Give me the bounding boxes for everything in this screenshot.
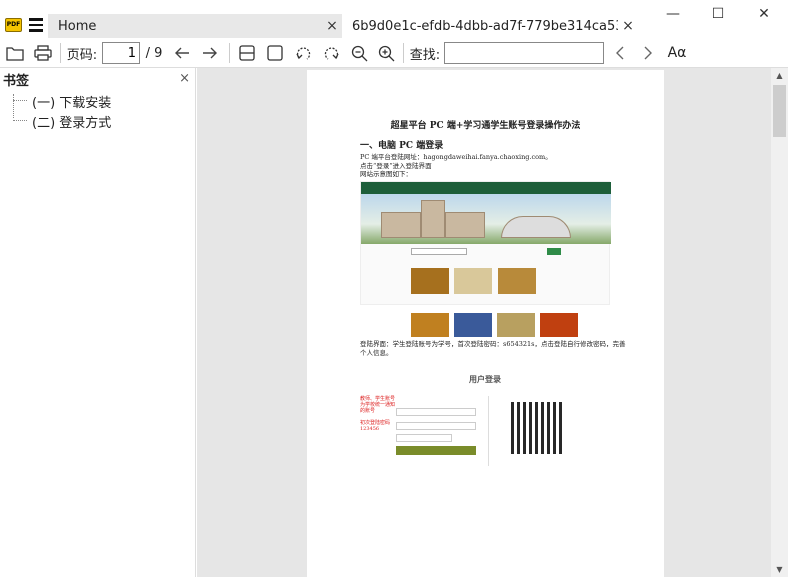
red-annotation: 123456 <box>360 426 380 432</box>
page-total: / 9 <box>145 45 163 61</box>
tab-home[interactable]: Home × <box>48 14 342 38</box>
doc-text-line: 个人信息。 <box>360 349 393 357</box>
doc-text-line: 点击“登录”进入登陆界面 <box>360 162 432 170</box>
hamburger-menu-icon[interactable] <box>29 18 43 32</box>
maximize-button[interactable]: ☐ <box>695 6 741 26</box>
tree-connector <box>13 94 14 118</box>
tab-home-close-icon[interactable]: × <box>322 18 342 34</box>
doc-section-heading: 一、电脑 PC 端登录 <box>360 141 444 151</box>
rotate-right-icon[interactable] <box>321 43 341 63</box>
open-folder-icon[interactable] <box>5 43 25 63</box>
course-thumbnail <box>497 313 535 337</box>
scrollbar-thumb[interactable] <box>773 85 786 137</box>
find-next-chevron-icon[interactable] <box>639 43 657 63</box>
tab-home-label: Home <box>58 18 97 34</box>
site-search-box <box>411 248 467 255</box>
rotate-left-icon[interactable] <box>293 43 313 63</box>
print-icon[interactable] <box>33 43 53 63</box>
login-title: 用户登录 <box>469 375 501 384</box>
tree-connector <box>13 100 27 101</box>
course-thumbnail <box>411 313 449 337</box>
find-previous-chevron-icon[interactable] <box>611 43 629 63</box>
sidebar-close-icon[interactable]: × <box>179 71 190 86</box>
app-logo-icon[interactable]: PDF <box>5 18 22 32</box>
minimize-button[interactable]: — <box>650 6 696 26</box>
scroll-down-arrow-icon[interactable]: ▼ <box>771 565 788 574</box>
document-viewer[interactable]: 超星平台 PC 端+学习通学生账号登录操作办法 一、电脑 PC 端登录 PC 端… <box>197 68 771 577</box>
tab-document[interactable]: 6b9d0e1c-efdb-4dbb-ad7f-779be314ca53....… <box>342 14 638 38</box>
bookmark-item[interactable]: (一) 下载安装 <box>32 92 111 111</box>
next-page-arrow-icon[interactable] <box>200 43 220 63</box>
page-label: 页码: <box>66 47 98 63</box>
course-thumbnail <box>454 313 492 337</box>
sidebar-title: 书签 <box>3 74 30 89</box>
tab-document-close-icon[interactable]: × <box>618 18 638 34</box>
toolbar-divider <box>60 43 61 63</box>
title-bar: PDF Home × 6b9d0e1c-efdb-4dbb-ad7f-779be… <box>0 0 788 38</box>
zoom-out-icon[interactable] <box>349 43 369 63</box>
red-annotation: 的账号 <box>360 408 376 414</box>
match-case-button[interactable]: Aα <box>664 43 690 63</box>
login-button-image <box>396 446 476 455</box>
vertical-scrollbar[interactable]: ▲ ▼ <box>771 68 788 577</box>
toolbar-divider <box>229 43 230 63</box>
doc-text-line: 登陆界面：学生登陆账号为学号，首次登陆密码：s654321s，点击登陆自行修改密… <box>360 340 626 348</box>
tree-connector <box>13 120 27 121</box>
doc-text-line: PC 端平台登陆网址：hagongdaweihai.fanya.chaoxing… <box>360 153 552 161</box>
website-screenshot-image <box>360 181 611 305</box>
find-label: 查找: <box>409 47 441 63</box>
toolbar-divider <box>403 43 404 63</box>
fit-width-icon[interactable] <box>237 43 257 63</box>
zoom-in-icon[interactable] <box>376 43 396 63</box>
toolbar: 页码: / 9 查找: Aα <box>0 38 788 68</box>
close-window-button[interactable]: ✕ <box>741 6 787 26</box>
pdf-page: 超星平台 PC 端+学习通学生账号登录操作办法 一、电脑 PC 端登录 PC 端… <box>307 70 664 577</box>
find-input[interactable] <box>444 42 604 64</box>
qr-code-image <box>511 402 565 454</box>
site-login-button <box>547 248 561 255</box>
scroll-up-arrow-icon[interactable]: ▲ <box>771 71 788 80</box>
fit-page-icon[interactable] <box>265 43 285 63</box>
doc-title: 超星平台 PC 端+学习通学生账号登录操作办法 <box>390 121 581 131</box>
previous-page-arrow-icon[interactable] <box>172 43 192 63</box>
bookmark-item[interactable]: (二) 登录方式 <box>32 112 111 131</box>
login-screenshot-image: 用户登录 教师、学生账号 为学校统一通知 的账号 初次登陆密码 123456 <box>360 366 610 484</box>
course-thumbnail <box>540 313 578 337</box>
site-header-bar <box>361 182 611 194</box>
page-number-input[interactable] <box>102 42 140 64</box>
doc-text-line: 网站示意图如下： <box>360 170 412 178</box>
sidebar-header: 书签 × <box>0 70 196 89</box>
campus-banner-image <box>361 194 611 244</box>
bookmarks-sidebar: 书签 × (一) 下载安装 (二) 登录方式 <box>0 68 196 577</box>
tab-document-label: 6b9d0e1c-efdb-4dbb-ad7f-779be314ca53.... <box>352 18 618 34</box>
